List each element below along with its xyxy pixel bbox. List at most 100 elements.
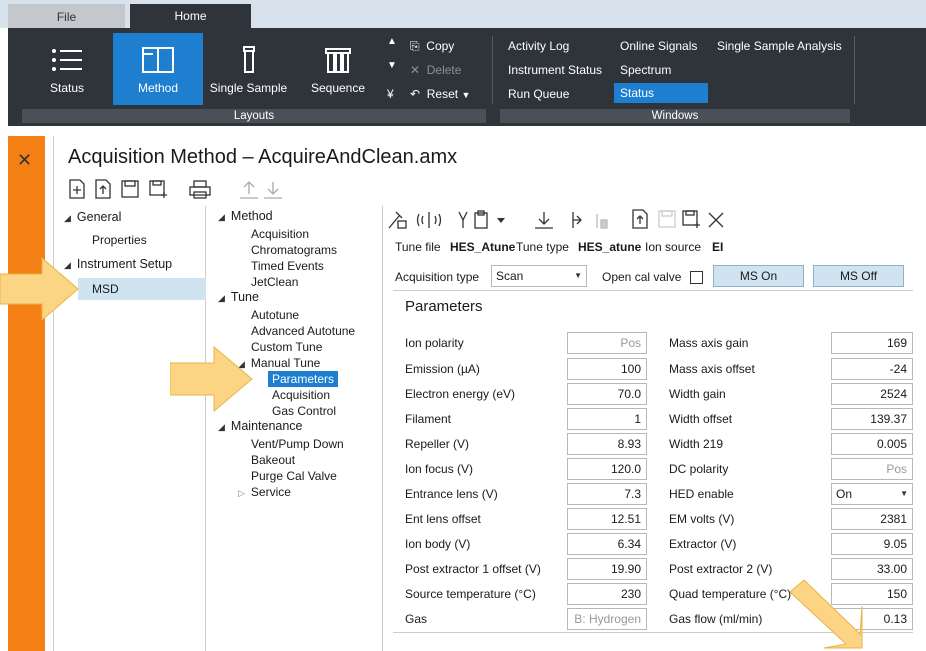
tree-node-acquisition[interactable]: Acquisition [251, 226, 309, 242]
dropdown-arrow-icon: ▼ [574, 271, 582, 280]
save-icon [121, 180, 139, 198]
ion-focus-v-label: Ion focus (V) [405, 462, 474, 476]
acquisition-type-select[interactable]: Scan ▼ [491, 265, 587, 287]
source-temperature-c-field[interactable]: 230 [567, 583, 647, 605]
tree-node-msd[interactable]: MSD [78, 278, 206, 300]
tree-node-timed-events[interactable]: Timed Events [251, 258, 324, 274]
ion-body-v-label: Ion body (V) [405, 537, 471, 551]
tune-type-value: HES_atune [578, 240, 642, 254]
expanded-triangle-icon: ◢ [218, 212, 225, 222]
repeller-v-field[interactable]: 8.93 [567, 433, 647, 455]
highlight-arrow-gas-flow [789, 579, 863, 649]
ent-lens-offset-field[interactable]: 12.51 [567, 508, 647, 530]
upload-icon [240, 181, 258, 199]
extractor-v-field[interactable]: 9.05 [831, 533, 913, 555]
tree-node-autotune[interactable]: Autotune [251, 307, 299, 323]
ribbon: Status Method Single Sample Sequence ▲ ▼… [8, 28, 926, 126]
tree-node-tune[interactable]: ◢ Tune [218, 289, 259, 306]
delete-button[interactable]: ✕ Delete [410, 60, 461, 80]
ent-lens-offset-label: Ent lens offset [405, 512, 481, 526]
width-gain-field[interactable]: 2524 [831, 383, 913, 405]
tree-node-mt-acquisition[interactable]: Acquisition [272, 387, 330, 403]
close-icon[interactable]: ✕ [17, 150, 32, 171]
save-as-icon [149, 180, 167, 198]
mass-axis-gain-field[interactable]: 169 [831, 332, 913, 354]
status-button[interactable]: Status [26, 33, 108, 105]
expanded-triangle-icon: ◢ [64, 213, 71, 223]
mass-axis-gain-label: Mass axis gain [669, 336, 749, 350]
tree-node-service[interactable]: ▷ Service [238, 484, 291, 501]
ion-body-v-field[interactable]: 6.34 [567, 533, 647, 555]
tree-node-custom-tune[interactable]: Custom Tune [251, 339, 322, 355]
single-sample-analysis-button[interactable]: Single Sample Analysis [717, 36, 842, 56]
reset-button[interactable]: ↶ Reset ▼ [410, 84, 470, 104]
run-queue-button[interactable]: Run Queue [508, 84, 569, 104]
post-extractor-2-v-label: Post extractor 2 (V) [669, 562, 773, 576]
instrument-status-button[interactable]: Instrument Status [508, 60, 602, 80]
tree-node-method[interactable]: ◢ Method [218, 208, 273, 225]
tree-node-gas-control[interactable]: Gas Control [272, 403, 336, 419]
mass-axis-offset-field[interactable]: -24 [831, 358, 913, 380]
new-method-icon [69, 179, 85, 199]
gas-label: Gas [405, 612, 428, 626]
width-219-field[interactable]: 0.005 [831, 433, 913, 455]
scroll-down-icon[interactable]: ▼ [387, 56, 397, 76]
single-sample-button[interactable]: Single Sample [206, 33, 291, 105]
width-offset-field[interactable]: 139.37 [831, 408, 913, 430]
filament-field[interactable]: 1 [567, 408, 647, 430]
sequence-label: Sequence [310, 81, 366, 95]
ion-polarity-field[interactable]: Pos [567, 332, 647, 354]
post-extractor-2-v-field[interactable]: 33.00 [831, 558, 913, 580]
open-cal-valve-checkbox[interactable] [690, 271, 703, 284]
open-cal-valve-label: Open cal valve [602, 270, 682, 284]
gas-field[interactable]: B: Hydrogen [567, 608, 647, 630]
fork-icon [458, 211, 468, 228]
copy-button[interactable]: ⎘ Copy [410, 36, 454, 56]
tree-node-maintenance[interactable]: ◢ Maintenance [218, 418, 303, 435]
ms-on-button[interactable]: MS On [713, 265, 804, 287]
tree-node-parameters[interactable]: Parameters [268, 371, 339, 387]
post-extractor-1-offset-v-field[interactable]: 19.90 [567, 558, 647, 580]
dc-polarity-field[interactable]: Pos [831, 458, 913, 480]
scroll-up-icon[interactable]: ▲ [387, 32, 397, 52]
download-icon [264, 182, 282, 199]
em-volts-v-field[interactable]: 2381 [831, 508, 913, 530]
sequence-button[interactable]: Sequence [298, 33, 378, 105]
ion-polarity-label: Ion polarity [405, 336, 464, 350]
activity-log-button[interactable]: Activity Log [508, 36, 569, 56]
tree-node-bakeout[interactable]: Bakeout [251, 452, 295, 468]
entrance-lens-v-label: Entrance lens (V) [405, 487, 498, 501]
tune-lock-icon [388, 211, 407, 229]
divider [393, 290, 913, 291]
method-button[interactable]: Method [113, 33, 203, 105]
extractor-v-label: Extractor (V) [669, 537, 737, 551]
electron-energy-ev-field[interactable]: 70.0 [567, 383, 647, 405]
status-window-button[interactable]: Status [614, 83, 708, 103]
online-signals-button[interactable]: Online Signals [620, 36, 697, 56]
tree-node-purge-cal[interactable]: Purge Cal Valve [251, 468, 337, 484]
tree-node-general[interactable]: ◢ General [64, 209, 121, 226]
tab-file[interactable]: File [8, 4, 125, 28]
tree-node-advanced-autotune[interactable]: Advanced Autotune [251, 323, 355, 339]
acquisition-type-label: Acquisition type [395, 270, 480, 284]
tree-node-jetclean[interactable]: JetClean [251, 274, 298, 290]
list-icon [52, 49, 82, 71]
emission-a-field[interactable]: 100 [567, 358, 647, 380]
save-icon [658, 210, 676, 228]
tree-node-chromatograms[interactable]: Chromatograms [251, 242, 337, 258]
tree-node-properties[interactable]: Properties [92, 232, 147, 248]
tree-node-vent-pump[interactable]: Vent/Pump Down [251, 436, 344, 452]
expand-icon[interactable]: ¥ [387, 84, 394, 104]
electron-energy-ev-label: Electron energy (eV) [405, 387, 516, 401]
tune-file-label: Tune file [395, 240, 441, 254]
entrance-lens-v-field[interactable]: 7.3 [567, 483, 647, 505]
ion-focus-v-field[interactable]: 120.0 [567, 458, 647, 480]
method-tree: ◢ Method Acquisition Chromatograms Timed … [206, 206, 383, 651]
tab-home[interactable]: Home [130, 4, 251, 28]
spectrum-button[interactable]: Spectrum [620, 60, 671, 80]
hed-enable-select[interactable]: On ▼ [831, 483, 913, 505]
post-extractor-1-offset-v-label: Post extractor 1 offset (V) [405, 562, 541, 576]
ms-off-button[interactable]: MS Off [813, 265, 904, 287]
method-label: Method [137, 81, 179, 95]
tree-node-instrument-setup[interactable]: ◢ Instrument Setup [64, 256, 172, 273]
